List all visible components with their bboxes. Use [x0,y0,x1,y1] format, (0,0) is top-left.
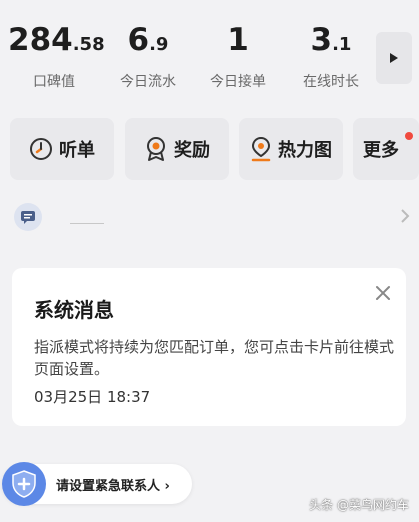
stat-value: 6.9 [127,22,169,58]
stat-online-time[interactable]: 3.1 在线时长 [290,22,372,91]
medal-icon [147,137,165,161]
shield-plus-icon [2,462,46,506]
notification-dot [405,132,413,140]
stat-reputation[interactable]: 284.58 口碑值 [8,22,105,91]
stat-today-orders[interactable]: 1 今日接单 [198,22,278,91]
emergency-contact-button[interactable]: 请设置紧急联系人 › [2,462,192,506]
rewards-button[interactable]: 奖励 [125,118,229,180]
message-time: 03月25日 18:37 [34,388,151,406]
stats-bar: 284.58 口碑值 6.9 今日流水 1 今日接单 3.1 在线时长 [0,0,419,100]
notice-divider [70,223,104,224]
message-title: 系统消息 [34,298,114,322]
expand-stats-button[interactable] [376,32,412,84]
message-body: 指派模式将持续为您匹配订单，您可点击卡片前往模式页面设置。 [34,338,395,378]
play-arrow-icon [390,53,398,63]
chat-bubble-icon [14,203,42,231]
quick-label: 更多 [363,140,399,161]
stat-label: 今日接单 [210,74,266,90]
quick-label: 听单 [59,140,95,161]
heatmap-button[interactable]: 热力图 [239,118,343,180]
emergency-label: 请设置紧急联系人 › [56,479,170,494]
stat-value: 3.1 [310,22,352,58]
stat-value: 1 [227,22,249,58]
listen-orders-button[interactable]: 听单 [10,118,114,180]
stat-label: 在线时长 [303,74,359,90]
location-pin-icon [251,136,271,162]
system-message-card[interactable]: 系统消息 指派模式将持续为您匹配订单，您可点击卡片前往模式页面设置。 03月25… [12,268,406,426]
quick-label: 奖励 [174,140,210,161]
stat-label: 今日流水 [120,74,176,90]
stat-today-income[interactable]: 6.9 今日流水 [110,22,186,91]
watermark: 头条 @菜鸟网约车 [309,498,409,512]
clock-icon [30,138,52,160]
notice-bar[interactable] [14,202,414,232]
stat-label: 口碑值 [33,74,75,90]
stat-value: 284.58 [8,22,105,58]
more-button[interactable]: 更多 [353,118,419,180]
close-icon[interactable] [374,284,392,302]
quick-label: 热力图 [278,140,332,161]
chevron-right-icon [401,209,410,223]
